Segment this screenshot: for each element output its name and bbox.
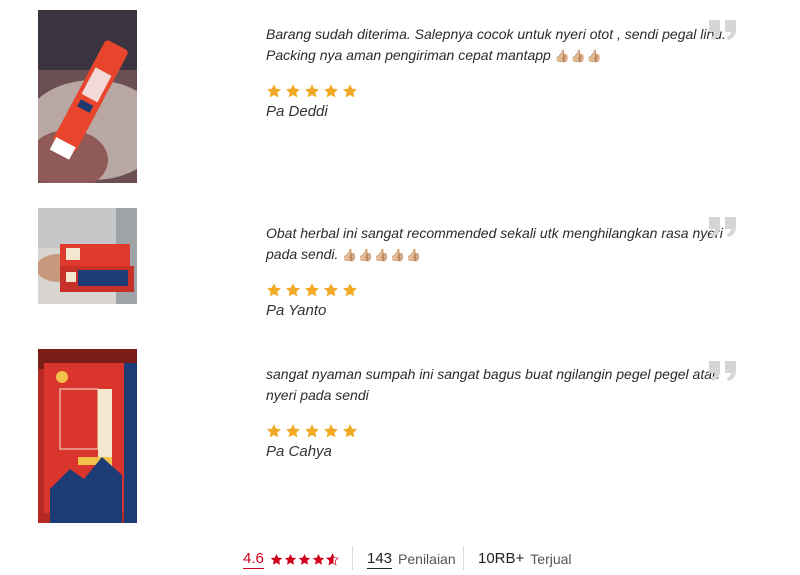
star-icon xyxy=(324,424,338,438)
star-icon xyxy=(343,424,357,438)
star-icon xyxy=(324,84,338,98)
review-text: Barang sudah diterima. Salepnya cocok un… xyxy=(266,24,736,67)
review-body: Obat herbal ini sangat recommended sekal… xyxy=(266,225,723,262)
review-photo[interactable] xyxy=(38,349,137,523)
review-photo[interactable] xyxy=(38,10,137,183)
star-icon xyxy=(267,424,281,438)
reviewer-name: Pa Cahya xyxy=(266,443,332,460)
thumbs-up-emoji: 👍🏼👍🏼👍🏼 xyxy=(554,49,603,63)
star-icon xyxy=(343,84,357,98)
reviewer-name: Pa Deddi xyxy=(266,103,328,120)
review-body: sangat nyaman sumpah ini sangat bagus bu… xyxy=(266,366,720,403)
overall-rating[interactable]: 4.6 xyxy=(243,548,339,570)
review-text: sangat nyaman sumpah ini sangat bagus bu… xyxy=(266,364,736,406)
star-icon xyxy=(270,553,283,565)
thumbs-up-emoji: 👍🏼👍🏼👍🏼👍🏼👍🏼 xyxy=(342,248,423,262)
review-count-value: 143 xyxy=(367,549,393,569)
review-photo[interactable] xyxy=(38,208,137,304)
star-icon xyxy=(284,553,297,565)
star-icon xyxy=(286,283,300,297)
star-icon xyxy=(305,283,319,297)
star-icon xyxy=(298,553,311,565)
review-body: Barang sudah diterima. Salepnya cocok un… xyxy=(266,26,726,63)
quote-icon xyxy=(708,215,738,237)
star-icon xyxy=(325,552,339,565)
sold-count-value: 10RB+ xyxy=(478,550,525,567)
rating-stars xyxy=(266,282,358,298)
overall-rating-stars xyxy=(270,552,339,566)
star-icon xyxy=(343,283,357,297)
rating-stars xyxy=(266,423,358,439)
reviewer-name: Pa Yanto xyxy=(266,302,327,319)
star-icon xyxy=(324,283,338,297)
divider xyxy=(463,546,464,570)
review-count[interactable]: 143 Penilaian xyxy=(367,548,456,570)
star-icon xyxy=(267,84,281,98)
star-icon xyxy=(286,84,300,98)
star-icon xyxy=(267,283,281,297)
product-box-photo-icon xyxy=(38,349,137,523)
quote-icon xyxy=(708,359,738,381)
quote-icon xyxy=(708,18,738,40)
review-text: Obat herbal ini sangat recommended sekal… xyxy=(266,223,736,266)
product-tube-photo-icon xyxy=(38,10,137,183)
sold-count: 10RB+ Terjual xyxy=(478,548,572,570)
review-count-label: Penilaian xyxy=(398,551,456,567)
star-icon xyxy=(286,424,300,438)
product-box-in-hand-photo-icon xyxy=(38,208,137,304)
divider xyxy=(352,546,353,570)
star-icon xyxy=(312,553,325,565)
rating-summary: 4.6 143 Penilaian 10RB+ Terjual xyxy=(0,538,800,574)
rating-stars xyxy=(266,83,358,99)
rating-value: 4.6 xyxy=(243,549,264,569)
star-icon xyxy=(305,84,319,98)
sold-count-label: Terjual xyxy=(530,551,572,567)
star-icon xyxy=(305,424,319,438)
